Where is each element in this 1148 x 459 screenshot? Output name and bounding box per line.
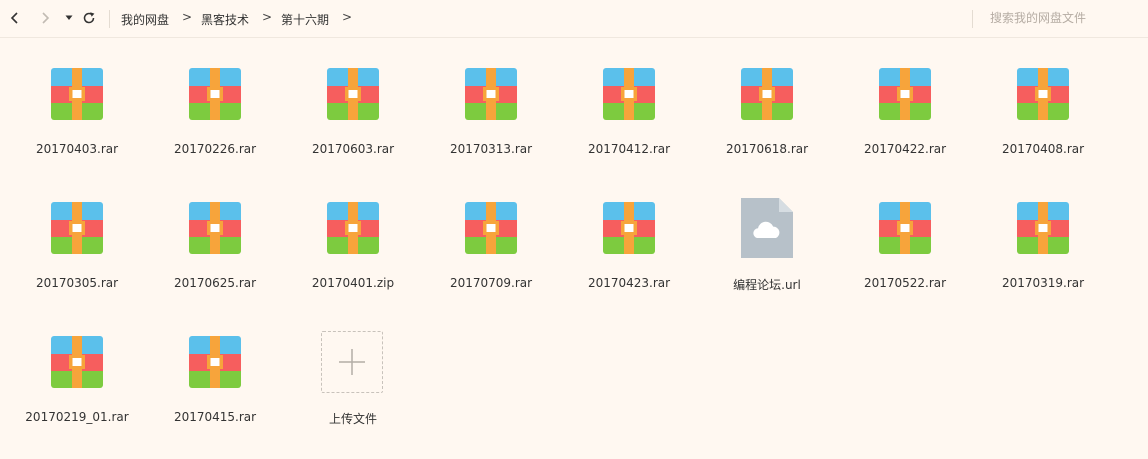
breadcrumb-item-hacker-tech[interactable]: 黑客技术 [201, 11, 249, 28]
file-item-archive[interactable]: 20170603.rar [284, 52, 422, 180]
file-item-archive[interactable]: 20170408.rar [974, 52, 1112, 180]
file-name: 20170401.zip [311, 276, 395, 290]
file-item-archive[interactable]: 20170709.rar [422, 186, 560, 314]
archive-file-icon [51, 68, 103, 120]
archive-file-icon [741, 68, 793, 120]
refresh-icon [83, 12, 95, 24]
file-item-archive[interactable]: 20170226.rar [146, 52, 284, 180]
breadcrumb-separator-icon: > [262, 10, 273, 24]
file-item-archive[interactable]: 20170313.rar [422, 52, 560, 180]
file-name: 20170403.rar [35, 142, 119, 156]
file-name: 20170625.rar [173, 276, 257, 290]
file-name: 20170408.rar [1001, 142, 1085, 156]
archive-file-icon [51, 336, 103, 388]
history-dropdown-button[interactable] [60, 9, 78, 27]
file-item-archive[interactable]: 20170618.rar [698, 52, 836, 180]
file-item-archive[interactable]: 20170401.zip [284, 186, 422, 314]
archive-file-icon [51, 202, 103, 254]
link-file-icon [741, 198, 793, 258]
archive-file-icon [189, 202, 241, 254]
breadcrumb-item-my-drive[interactable]: 我的网盘 [121, 11, 169, 28]
file-name: 20170219_01.rar [25, 410, 129, 424]
file-item-url[interactable]: 编程论坛.url [698, 186, 836, 314]
file-name: 20170319.rar [1001, 276, 1085, 290]
file-name: 20170422.rar [863, 142, 947, 156]
upload-file-button[interactable]: 上传文件 [284, 320, 422, 448]
archive-file-icon [1017, 68, 1069, 120]
file-item-archive[interactable]: 20170423.rar [560, 186, 698, 314]
file-name: 编程论坛.url [733, 278, 801, 292]
forward-button[interactable] [36, 9, 54, 27]
archive-file-icon [1017, 202, 1069, 254]
file-name: 20170603.rar [311, 142, 395, 156]
file-name: 20170226.rar [173, 142, 257, 156]
file-item-archive[interactable]: 20170319.rar [974, 186, 1112, 314]
archive-file-icon [879, 68, 931, 120]
file-name: 20170618.rar [725, 142, 809, 156]
file-name: 20170412.rar [587, 142, 671, 156]
file-item-archive[interactable]: 20170403.rar [8, 52, 146, 180]
back-button[interactable] [6, 9, 24, 27]
file-item-archive[interactable]: 20170625.rar [146, 186, 284, 314]
file-item-archive[interactable]: 20170219_01.rar [8, 320, 146, 448]
upload-label: 上传文件 [328, 412, 377, 426]
toolbar: 我的网盘 > 黑客技术 > 第十六期 > [0, 0, 1148, 38]
archive-file-icon [879, 202, 931, 254]
toolbar-divider [109, 10, 110, 28]
archive-file-icon [189, 68, 241, 120]
file-item-archive[interactable]: 20170305.rar [8, 186, 146, 314]
archive-file-icon [327, 202, 379, 254]
archive-file-icon [603, 202, 655, 254]
file-item-archive[interactable]: 20170422.rar [836, 52, 974, 180]
archive-file-icon [603, 68, 655, 120]
chevron-right-icon [42, 12, 50, 24]
file-item-archive[interactable]: 20170415.rar [146, 320, 284, 448]
file-name: 20170415.rar [173, 410, 257, 424]
file-name: 20170709.rar [449, 276, 533, 290]
file-name: 20170313.rar [449, 142, 533, 156]
search-divider [972, 10, 973, 28]
search-input[interactable] [984, 6, 1146, 30]
breadcrumb-item-issue-16[interactable]: 第十六期 [281, 11, 329, 28]
caret-down-icon [65, 15, 73, 20]
chevron-left-icon [10, 12, 18, 24]
file-name: 20170522.rar [863, 276, 947, 290]
file-name: 20170305.rar [35, 276, 119, 290]
file-item-archive[interactable]: 20170412.rar [560, 52, 698, 180]
plus-icon [321, 331, 383, 393]
archive-file-icon [189, 336, 241, 388]
breadcrumb-separator-icon: > [342, 10, 353, 24]
breadcrumb-separator-icon: > [182, 10, 193, 24]
refresh-button[interactable] [80, 9, 98, 27]
archive-file-icon [465, 202, 517, 254]
file-name: 20170423.rar [587, 276, 671, 290]
archive-file-icon [465, 68, 517, 120]
file-item-archive[interactable]: 20170522.rar [836, 186, 974, 314]
archive-file-icon [327, 68, 379, 120]
